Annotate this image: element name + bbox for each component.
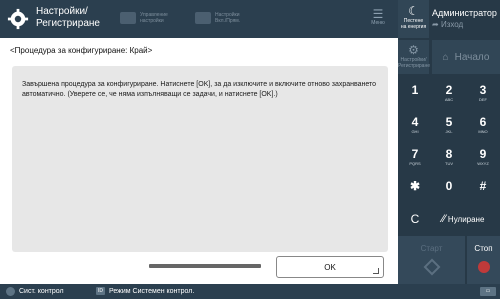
start-diamond-icon: [423, 258, 440, 276]
keypad-key[interactable]: 5 JKL: [432, 108, 466, 140]
message-box: Завършена процедура за конфигуриране. На…: [12, 66, 388, 252]
corner-indicator-icon: [373, 268, 379, 274]
home-button[interactable]: ⌂ Начало: [432, 40, 500, 74]
logout-button[interactable]: ➦ Изход: [432, 19, 497, 30]
keypad-key[interactable]: 3 DEF: [466, 76, 500, 108]
reset-icon: ⁄⁄: [442, 213, 446, 225]
reset-button[interactable]: ⁄⁄ Нулиране: [442, 204, 500, 234]
keypad-key[interactable]: 1: [398, 76, 432, 108]
keypad-key[interactable]: 4 GHI: [398, 108, 432, 140]
settings-registration-button[interactable]: ⚙ Настройки/ Регистриране: [398, 40, 430, 74]
stop-icon: [477, 261, 490, 273]
keypad-key[interactable]: 9 WXYZ: [466, 140, 500, 172]
keypad-key[interactable]: #: [466, 172, 500, 204]
mode-status: ID Режим Системен контрол.: [96, 287, 195, 295]
menu-button[interactable]: ☰ Меню: [368, 8, 388, 26]
moon-icon: ☾: [408, 4, 419, 18]
home-icon: ⌂: [442, 51, 449, 63]
procedure-heading: <Процедура за конфигуриране: Край>: [10, 46, 153, 55]
page-title: Настройки/ Регистриране: [36, 6, 100, 29]
keypad-key[interactable]: ✱: [398, 172, 432, 204]
clear-row: C ⁄⁄ Нулиране: [398, 204, 500, 234]
logout-icon: ➦: [432, 20, 439, 29]
menu-icon: ☰: [372, 7, 384, 21]
shortcut-settings-on-off[interactable]: Настройки Вкл./Прям.: [195, 12, 240, 24]
clear-key[interactable]: C: [398, 204, 432, 234]
top-header: Настройки/ Регистриране Управление настро…: [0, 0, 398, 38]
keypad-key[interactable]: 8 TUV: [432, 140, 466, 172]
start-button[interactable]: Старт: [398, 236, 465, 284]
counter-icon: ▭: [480, 287, 496, 296]
main-content: <Процедура за конфигуриране: Край> Завър…: [0, 38, 398, 284]
shortcut-icon: [195, 12, 211, 24]
stop-button[interactable]: Стоп: [467, 236, 500, 284]
message-text: Завършена процедура за конфигуриране. На…: [22, 81, 377, 98]
keypad-key[interactable]: 7 PQRS: [398, 140, 432, 172]
user-area: Администратор ➦ Изход: [432, 8, 497, 30]
settings-gear-icon: [7, 8, 29, 30]
keypad-key[interactable]: 0: [432, 172, 466, 204]
keypad-key[interactable]: 2 ABC: [432, 76, 466, 108]
shortcut-management-settings[interactable]: Управление настройки: [120, 12, 168, 24]
monitor-icon: [6, 287, 15, 296]
progress-bar: [149, 264, 261, 268]
shortcut-icon: [120, 12, 136, 24]
energy-saver-button[interactable]: ☾ Пестене на енергия: [398, 0, 429, 38]
user-name: Администратор: [432, 8, 497, 18]
system-monitor-button[interactable]: Сист. контрол: [6, 287, 64, 296]
keypad-key[interactable]: 6 MNO: [466, 108, 500, 140]
ok-button[interactable]: OK: [276, 256, 384, 278]
gear-icon: ⚙: [408, 43, 419, 57]
id-badge: ID: [96, 287, 105, 295]
status-bar: Сист. контрол ID Режим Системен контрол.…: [0, 284, 500, 299]
